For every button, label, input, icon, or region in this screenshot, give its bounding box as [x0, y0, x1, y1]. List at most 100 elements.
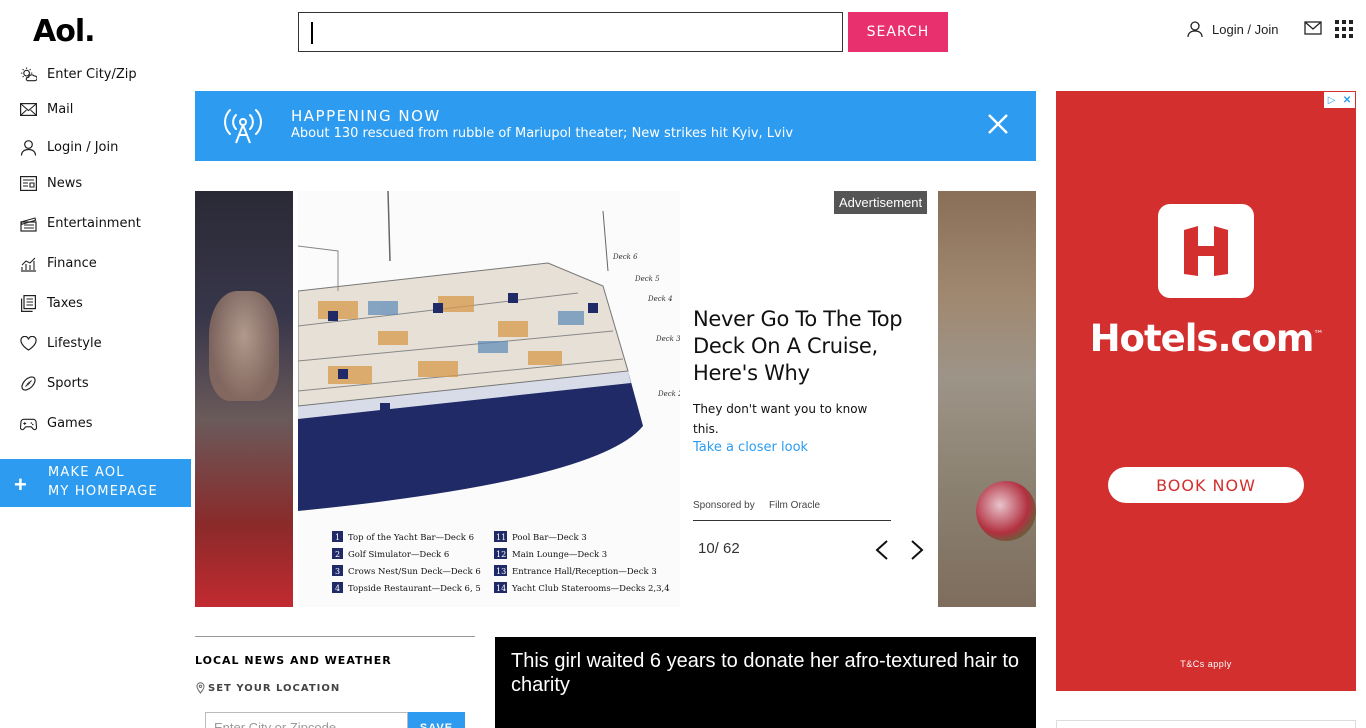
heart-icon [20, 335, 37, 352]
text-caret [311, 22, 313, 44]
save-location-button[interactable]: SAVE [408, 712, 465, 728]
sidebar-item-games[interactable]: Games [20, 415, 92, 432]
svg-text:2: 2 [335, 550, 340, 559]
sidebar-item-label: Finance [47, 256, 97, 271]
header-login-label: Login / Join [1212, 21, 1279, 37]
document-icon [20, 295, 37, 312]
banner-headline[interactable]: About 130 rescued from rubble of Mariupo… [291, 126, 793, 141]
hotels-logo-icon [1158, 204, 1254, 298]
svg-text:11: 11 [496, 533, 506, 542]
sidebar-item-lifestyle[interactable]: Lifestyle [20, 335, 102, 352]
svg-text:4: 4 [335, 584, 340, 593]
sidebar-item-finance[interactable]: Finance [20, 255, 97, 272]
set-location-label: SET YOUR LOCATION [208, 682, 341, 694]
book-now-button[interactable]: BOOK NOW [1108, 467, 1304, 503]
svg-text:14: 14 [496, 584, 506, 593]
sidebar-item-label: Login / Join [47, 140, 119, 155]
make-homepage-line1: MAKE AOL [48, 465, 125, 480]
svg-text:1: 1 [335, 533, 340, 542]
search-button[interactable]: SEARCH [848, 12, 948, 52]
sidebar-item-login[interactable]: Login / Join [20, 139, 118, 156]
sidebar-item-label: Sports [47, 376, 89, 391]
mail-icon [20, 101, 37, 118]
make-homepage-line2: MY HOMEPAGE [48, 484, 158, 499]
sidebar-item-sports[interactable]: Sports [20, 375, 89, 392]
deck-label: Deck 3 [655, 335, 680, 343]
previous-slide-photo[interactable] [195, 191, 293, 607]
gamepad-icon [20, 415, 37, 432]
sidebar-item-taxes[interactable]: Taxes [20, 295, 83, 312]
aol-logo[interactable]: Aol. [33, 14, 96, 49]
svg-text:3: 3 [335, 567, 340, 576]
legend-item: Main Lounge—Deck 3 [512, 550, 607, 560]
happening-now-banner[interactable]: HAPPENING NOW About 130 rescued from rub… [195, 91, 1036, 161]
video-player[interactable]: This girl waited 6 years to donate her a… [495, 637, 1036, 728]
local-news-module: LOCAL NEWS AND WEATHER SET YOUR LOCATION… [195, 636, 475, 728]
sidebar-item-weather[interactable]: Enter City/Zip [20, 66, 137, 83]
cruise-ship-diagram: Deck 6 Deck 5 Deck 4 Deck 3 Deck 2 1 Top… [297, 191, 683, 607]
deck-label: Deck 5 [634, 275, 660, 283]
search-input[interactable] [298, 12, 843, 52]
advertisement-tag: Advertisement [834, 191, 928, 214]
banner-title: HAPPENING NOW [291, 107, 441, 125]
sidebar-item-label: Taxes [47, 296, 83, 311]
deck-label: Deck 4 [647, 295, 673, 303]
secondary-ad-slot [1056, 720, 1356, 728]
sidebar-item-label: Entertainment [47, 216, 141, 231]
sidebar-item-mail[interactable]: Mail [20, 101, 73, 118]
football-icon [20, 375, 37, 392]
sponsor-name[interactable]: Film Oracle [769, 500, 820, 511]
next-slide-photo[interactable] [938, 191, 1036, 607]
sidebar-item-label: Mail [47, 102, 74, 117]
svg-text:13: 13 [496, 567, 506, 576]
news-icon [20, 175, 37, 192]
deck-label: Deck 6 [612, 253, 638, 261]
legend-item: Pool Bar—Deck 3 [512, 533, 587, 543]
slideshow: Deck 6 Deck 5 Deck 4 Deck 3 Deck 2 1 Top… [195, 191, 1036, 607]
legend-item: Yacht Club Staterooms—Decks 2,3,4 [511, 584, 670, 594]
legend-item: Top of the Yacht Bar—Deck 6 [348, 533, 474, 543]
header-login-link[interactable]: Login / Join [1186, 20, 1279, 38]
svg-text:12: 12 [496, 550, 506, 559]
chart-icon [20, 255, 37, 272]
make-homepage-button[interactable]: + MAKE AOL MY HOMEPAGE [0, 459, 191, 507]
mail-icon[interactable] [1304, 21, 1322, 40]
legend-item: Golf Simulator—Deck 6 [348, 550, 449, 560]
sidebar-item-label: Lifestyle [47, 336, 102, 351]
sponsored-label: Sponsored by [693, 500, 755, 511]
trademark-symbol: ™ [1313, 329, 1323, 341]
ad-cta-link[interactable]: Take a closer look [693, 440, 808, 455]
close-icon[interactable] [987, 113, 1009, 140]
ad-headline[interactable]: Never Go To The Top Deck On A Cruise, He… [693, 306, 908, 387]
slide-counter: 10/ 62 [698, 540, 740, 557]
divider [693, 520, 891, 521]
video-title[interactable]: This girl waited 6 years to donate her a… [511, 649, 1021, 697]
legend-item: Crows Nest/Sun Deck—Deck 6 [348, 567, 481, 577]
sidebar-item-label: Games [47, 416, 93, 431]
hotels-brand-name: Hotels.com [1089, 317, 1315, 360]
clapper-icon [20, 215, 37, 232]
terms-text[interactable]: T&Cs apply [1056, 659, 1356, 669]
weather-icon [20, 66, 37, 83]
adchoices-icon[interactable]: ▷ ✕ [1324, 92, 1355, 108]
arrow-left-icon[interactable] [873, 539, 891, 566]
user-icon [1187, 21, 1203, 38]
hotels-brand: Hotels.com™ [1056, 317, 1356, 360]
set-location-link[interactable]: SET YOUR LOCATION [196, 682, 340, 694]
zipcode-input[interactable]: Enter City or Zipcode [205, 712, 408, 728]
broadcast-icon [217, 107, 269, 150]
user-icon [20, 139, 37, 156]
apps-grid-icon[interactable] [1335, 20, 1353, 38]
plus-icon: + [14, 472, 27, 497]
sidebar-item-news[interactable]: News [20, 175, 82, 192]
local-news-heading: LOCAL NEWS AND WEATHER [195, 654, 392, 667]
hotels-ad[interactable]: ▷ ✕ Hotels.com™ BOOK NOW T&Cs apply [1056, 91, 1356, 691]
arrow-right-icon[interactable] [908, 539, 926, 566]
location-pin-icon [196, 682, 205, 694]
sidebar-item-entertainment[interactable]: Entertainment [20, 215, 141, 232]
ad-subtext: They don't want you to know this. [693, 402, 868, 436]
sidebar-item-label: Enter City/Zip [47, 67, 137, 82]
sponsored-card[interactable]: Advertisement Never Go To The Top Deck O… [680, 191, 938, 607]
deck-label: Deck 2 [657, 390, 680, 398]
legend-item: Topside Restaurant—Deck 6, 5 [348, 584, 481, 594]
